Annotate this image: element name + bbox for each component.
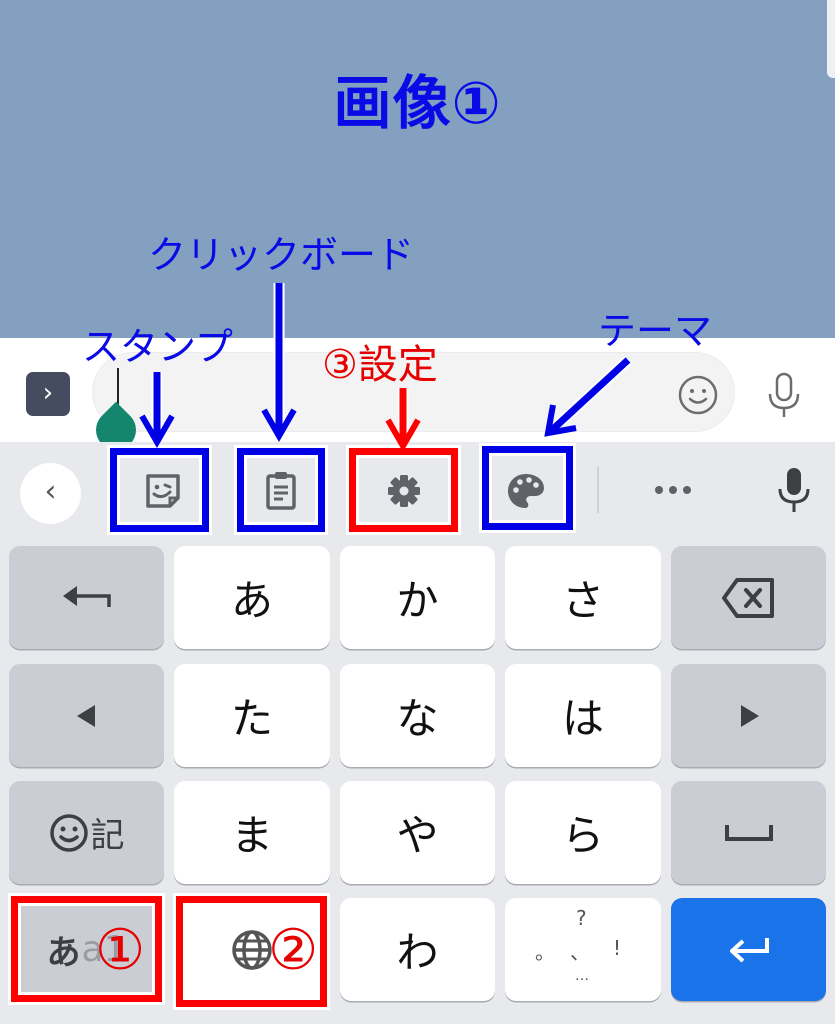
key-backspace[interactable] <box>671 546 826 649</box>
expand-button[interactable]: › <box>26 372 70 416</box>
microphone-icon[interactable] <box>762 370 806 420</box>
key-punctuation[interactable]: ? 。 、 ! … <box>505 898 661 1001</box>
label-settings: ③設定 <box>322 342 438 388</box>
triangle-right-icon <box>740 704 759 727</box>
chevron-right-icon: › <box>42 378 54 408</box>
undo-arrow-icon <box>62 585 111 607</box>
symbols-label: 記 <box>90 816 125 856</box>
voice-input-icon[interactable] <box>774 465 814 515</box>
punct-comma: 、 <box>570 940 590 964</box>
label-stamp: スタンプ <box>82 325 233 369</box>
key-na[interactable]: な <box>340 664 495 767</box>
key-sa[interactable]: さ <box>505 546 661 649</box>
enter-arrow-icon <box>729 937 769 962</box>
marker-1: ① <box>95 918 146 983</box>
marker-2: ② <box>268 918 319 983</box>
backspace-icon <box>721 577 774 618</box>
smiley-icon[interactable] <box>676 373 720 417</box>
punct-period: 。 <box>535 940 555 964</box>
key-space[interactable] <box>671 781 826 884</box>
key-cursor-right[interactable] <box>671 664 826 767</box>
punct-question: ? <box>576 906 587 930</box>
image-title: 画像① <box>333 69 502 137</box>
key-ya[interactable]: や <box>340 781 495 884</box>
clipboard-highlight <box>237 448 325 532</box>
key-ta[interactable]: た <box>174 664 330 767</box>
smiley-icon <box>49 813 88 852</box>
theme-highlight <box>482 446 573 530</box>
key-wa[interactable]: わ <box>340 898 495 1001</box>
space-bar-icon <box>724 824 773 841</box>
key-ra[interactable]: ら <box>505 781 661 884</box>
settings-highlight <box>349 448 458 532</box>
label-theme: テーマ <box>598 309 713 353</box>
key-ha[interactable]: は <box>505 664 661 767</box>
stamp-highlight <box>110 448 209 532</box>
toolbar-back-button[interactable]: ‹ <box>20 463 81 524</box>
key-enter[interactable] <box>671 898 826 1001</box>
key-a[interactable]: あ <box>174 546 330 649</box>
punct-exclaim: ! <box>613 936 622 960</box>
triangle-left-icon <box>76 704 95 727</box>
key-ka[interactable]: か <box>340 546 495 649</box>
toolbar-divider <box>597 467 599 513</box>
label-clipboard: クリックボード <box>148 233 415 277</box>
key-ma[interactable]: ま <box>174 781 330 884</box>
chevron-left-icon: ‹ <box>44 474 57 509</box>
punct-ellipsis: … <box>575 968 589 984</box>
chat-background <box>0 0 835 338</box>
key-cursor-left[interactable] <box>9 664 164 767</box>
key-symbols[interactable]: 記 <box>9 781 164 884</box>
key-undo[interactable] <box>9 546 164 649</box>
more-dots-icon[interactable] <box>650 470 696 510</box>
